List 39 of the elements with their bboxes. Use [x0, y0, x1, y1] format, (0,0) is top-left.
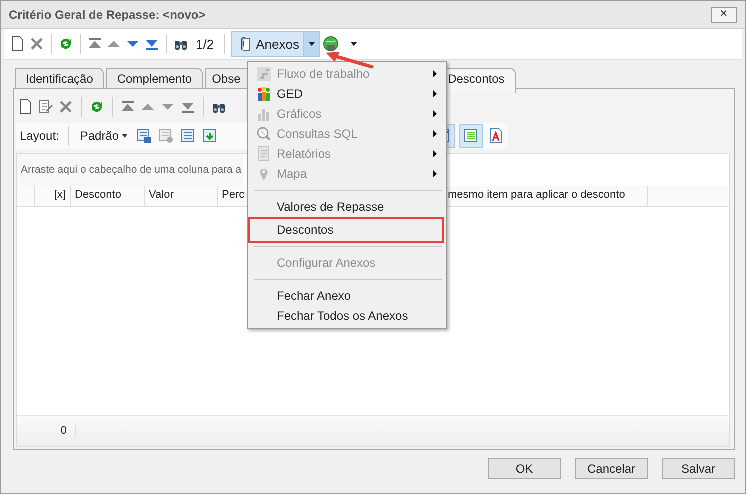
dialog-button[interactable]: Salvar [662, 458, 735, 479]
dialog-button[interactable]: OK [488, 458, 561, 479]
layout-label: Layout: [20, 129, 60, 143]
grid-icon[interactable] [180, 128, 196, 144]
layout-dropdown[interactable]: Padrão [78, 129, 130, 143]
delete-icon[interactable] [58, 99, 74, 115]
column-header[interactable]: Desconto [71, 186, 145, 206]
page-counter: 1/2 [196, 36, 214, 52]
column-header[interactable]: [x] [35, 186, 71, 206]
footer-count: 0 [17, 425, 76, 437]
font-icon[interactable] [488, 128, 504, 144]
group-panel-hint: Arraste aqui o cabeçalho de uma coluna para a [17, 154, 243, 186]
import-layout-icon[interactable] [202, 128, 218, 144]
menu-item[interactable]: Fechar Todos os Anexos [251, 306, 443, 326]
dialog-button[interactable]: Cancelar [575, 458, 648, 479]
delete-icon[interactable] [29, 36, 45, 52]
magnifier-icon [256, 126, 272, 142]
window-title: Critério Geral de Repasse: <novo> [9, 8, 207, 22]
workflow-icon [256, 66, 272, 82]
people-icon [256, 86, 272, 102]
tab[interactable]: Complemento [106, 68, 204, 88]
report-icon [256, 146, 272, 162]
edit-document-icon[interactable] [38, 99, 54, 115]
new-document-icon[interactable] [18, 99, 34, 115]
refresh-icon[interactable] [89, 99, 105, 115]
globe-icon[interactable] [323, 36, 340, 52]
save-layout-icon[interactable] [136, 128, 152, 144]
menu-item[interactable]: Descontos [251, 220, 441, 240]
refresh-icon[interactable] [58, 36, 74, 52]
close-button[interactable]: ✕ [711, 6, 737, 22]
striped-rows-icon[interactable] [460, 125, 482, 147]
tab[interactable]: Identificação [15, 68, 104, 88]
bar-chart-icon [256, 106, 272, 122]
column-header[interactable]: Valor [145, 186, 218, 206]
menu-item[interactable]: Valores de Repasse [251, 197, 443, 217]
menu-item[interactable]: Fechar Anexo [251, 286, 443, 306]
new-document-icon[interactable] [10, 36, 26, 52]
dropdown-button[interactable] [303, 32, 320, 56]
pointer-arrow [324, 50, 374, 70]
